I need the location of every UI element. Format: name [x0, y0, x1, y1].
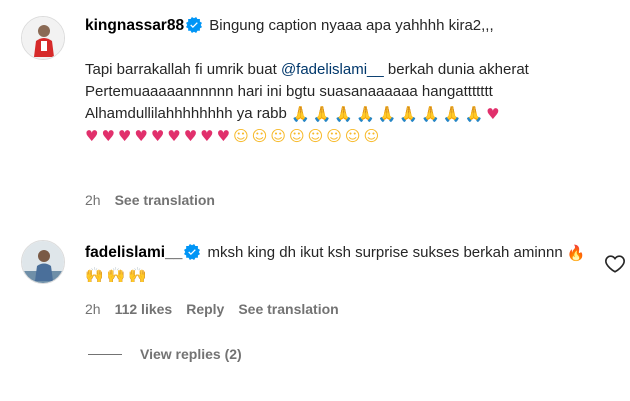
comment-meta: 2h 112 likes Reply See translation: [85, 301, 339, 317]
username[interactable]: fadelislami__: [85, 244, 182, 261]
comment-text-line4: Alhamdullilahhhhhhhh ya rabb: [85, 105, 287, 122]
kiss-emoji: ☺: [251, 127, 268, 145]
heart-emoji: ♥: [117, 127, 132, 145]
comment-text: mksh king dh ikut ksh surprise sukses be…: [207, 244, 563, 261]
like-button[interactable]: [604, 253, 626, 275]
heart-emoji: ♥: [85, 127, 99, 145]
raised-hands-emoji: 🙌: [128, 266, 148, 284]
kiss-emoji: ☺: [326, 127, 342, 145]
view-replies-label: View replies (2): [140, 346, 242, 362]
heart-emoji: ♥: [150, 127, 165, 145]
pray-emoji: 🙏: [312, 105, 332, 123]
kiss-emoji: ☺: [233, 127, 249, 145]
pray-emoji: 🙏: [464, 105, 484, 123]
avatar[interactable]: [21, 16, 65, 60]
kiss-emoji: ☺: [344, 127, 361, 145]
comment-text-line1: Bingung caption nyaaa apa yahhhh kira2,,…: [209, 17, 494, 34]
heart-emoji: ♥: [486, 105, 500, 123]
heart-outline-icon: [605, 255, 625, 273]
kiss-emoji: ☺: [363, 127, 380, 145]
see-translation-button[interactable]: See translation: [115, 192, 215, 208]
pray-emoji: 🙏: [356, 105, 375, 123]
raised-hands-emoji: 🙌: [85, 266, 104, 284]
pray-emoji: 🙏: [399, 105, 419, 123]
pray-emoji: 🙏: [377, 105, 397, 123]
heart-emoji: ♥: [134, 127, 148, 145]
comment-body: fadelislami__ mksh king dh ikut ksh surp…: [85, 242, 610, 286]
divider: [88, 353, 122, 355]
pray-emoji: 🙏: [334, 105, 354, 123]
comment-meta: 2h See translation: [85, 192, 215, 208]
view-replies-button[interactable]: View replies (2): [88, 346, 242, 362]
username[interactable]: kingnassar88: [85, 17, 184, 34]
heart-emoji: ♥: [167, 127, 181, 145]
kiss-emoji: ☺: [307, 127, 324, 145]
see-translation-button[interactable]: See translation: [238, 301, 338, 317]
comment-text-suffix: berkah dunia akherat: [387, 61, 529, 78]
timestamp[interactable]: 2h: [85, 192, 101, 208]
verified-badge-icon: [186, 17, 203, 33]
pray-emoji: 🙏: [421, 105, 440, 123]
raised-hands-emoji: 🙌: [106, 266, 126, 284]
kiss-emoji: ☺: [270, 127, 286, 145]
comment-text-line3: Pertemuaaaaannnnnn hari ini bgtu suasana…: [85, 83, 493, 100]
heart-emoji: ♥: [183, 127, 198, 145]
timestamp[interactable]: 2h: [85, 301, 101, 317]
kiss-emoji: ☺: [289, 127, 305, 145]
comment-body: kingnassar88 Bingung caption nyaaa apa y…: [85, 15, 610, 147]
avatar[interactable]: [21, 240, 65, 284]
heart-emoji: ♥: [200, 127, 214, 145]
mention-link[interactable]: @fadelislami__: [281, 61, 384, 78]
pray-emoji: 🙏: [442, 105, 462, 123]
comment-text-prefix: Tapi barrakallah fi umrik buat: [85, 61, 277, 78]
fire-emoji: 🔥: [566, 244, 586, 262]
likes-count[interactable]: 112 likes: [115, 301, 173, 317]
heart-emoji: ♥: [101, 127, 115, 145]
verified-badge-icon: [184, 244, 201, 260]
heart-emoji: ♥: [216, 127, 231, 145]
reply-button[interactable]: Reply: [186, 301, 224, 317]
pray-emoji: 🙏: [290, 105, 310, 123]
